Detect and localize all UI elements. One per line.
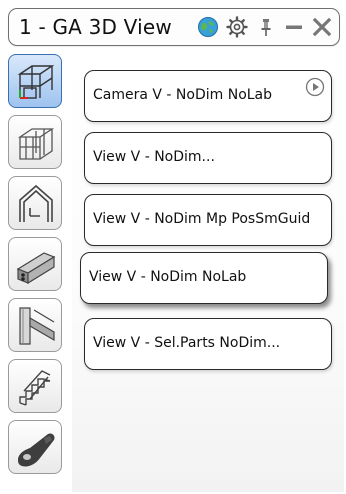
- close-icon[interactable]: [311, 16, 333, 38]
- view-title-bar: 1 - GA 3D View: [8, 8, 340, 46]
- view-item-1[interactable]: Camera V - NoDim NoLab: [84, 70, 332, 122]
- minimize-icon[interactable]: [283, 16, 305, 38]
- window-title: 1 - GA 3D View: [19, 15, 172, 39]
- house-outline-icon: [19, 184, 53, 222]
- view-item-5[interactable]: View V - Sel.Parts NoDim...: [84, 318, 332, 370]
- general-arrangement-3d-icon: [17, 65, 55, 99]
- sidebar-item-bolts[interactable]: [8, 420, 62, 474]
- view-item-label: View V - NoDim NoLab: [89, 269, 247, 285]
- view-item-3[interactable]: View V - NoDim Mp PosSmGuid: [84, 194, 332, 246]
- pin-icon[interactable]: [255, 16, 277, 38]
- sidebar-item-connection[interactable]: [8, 298, 62, 352]
- view-item-label: View V - NoDim...: [93, 149, 215, 165]
- sidebar-item-elevation[interactable]: [8, 176, 62, 230]
- wrench-bolt-icon: [18, 433, 55, 467]
- view-item-label: View V - Sel.Parts NoDim...: [93, 335, 281, 351]
- view-item-label: View V - NoDim Mp PosSmGuid: [93, 211, 311, 227]
- beam-profile-icon: [16, 252, 56, 285]
- sidebar-item-ga-3d[interactable]: [8, 54, 62, 108]
- view-item-2[interactable]: View V - NoDim...: [84, 132, 332, 184]
- sidebar-item-frame[interactable]: [8, 115, 62, 169]
- gear-icon[interactable]: [226, 16, 248, 38]
- view-item-label: Camera V - NoDim NoLab: [93, 87, 273, 103]
- sidebar-item-beam[interactable]: [8, 237, 62, 291]
- globe-icon[interactable]: [197, 16, 219, 38]
- sidebar-item-stairs[interactable]: [8, 359, 62, 413]
- stairs-icon: [19, 370, 51, 406]
- view-list-panel: Camera V - NoDim NoLab View V - NoDim...…: [72, 52, 344, 492]
- view-item-4[interactable]: View V - NoDim NoLab: [80, 252, 328, 304]
- view-category-toolbar: [6, 52, 68, 492]
- steel-connection-icon: [19, 307, 55, 345]
- building-frame-icon: [17, 128, 55, 160]
- play-icon[interactable]: [305, 77, 325, 101]
